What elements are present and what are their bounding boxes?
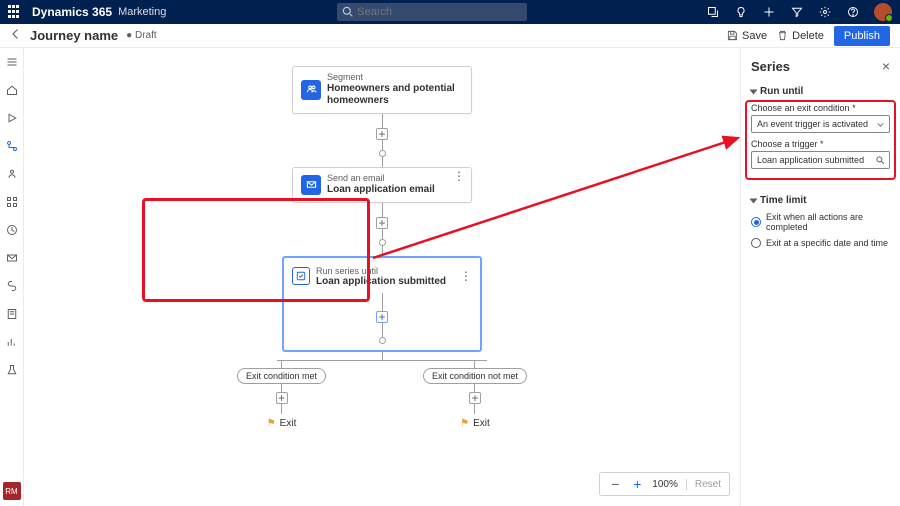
zoom-in-button[interactable]: + [630, 477, 644, 491]
nav-play-icon[interactable] [4, 110, 20, 126]
email-icon [301, 175, 321, 195]
radio-exit-all-actions[interactable]: Exit when all actions are completed [751, 212, 890, 232]
panel-title: Series [751, 59, 790, 74]
node-series[interactable]: Run series untilLoan application submitt… [282, 256, 482, 352]
back-button[interactable] [10, 28, 22, 43]
nav-home-icon[interactable] [4, 82, 20, 98]
publish-button[interactable]: Publish [834, 26, 890, 46]
nav-flask-icon[interactable] [4, 362, 20, 378]
search-input[interactable] [337, 3, 527, 21]
zoom-out-button[interactable]: − [608, 477, 622, 491]
global-search[interactable] [337, 3, 527, 21]
node-segment[interactable]: SegmentHomeowners and potential homeowne… [292, 66, 472, 114]
connector-node [379, 239, 386, 246]
nav-people-icon[interactable] [4, 166, 20, 182]
zoom-reset-button[interactable]: Reset [686, 479, 721, 490]
add-step-button[interactable]: + [376, 311, 388, 323]
exit-node: ⚑Exit [267, 418, 297, 429]
nav-email-icon[interactable] [4, 250, 20, 266]
exit-node: ⚑Exit [460, 418, 490, 429]
branch-condition-not-met[interactable]: Exit condition not met [423, 368, 527, 384]
save-button[interactable]: Save [727, 30, 767, 42]
add-step-button[interactable]: + [469, 392, 481, 404]
user-badge[interactable]: RM [3, 482, 21, 500]
app-launcher-icon[interactable] [8, 5, 22, 19]
command-bar: Journey name ● Draft Save Delete Publish [0, 24, 900, 48]
gear-icon[interactable] [818, 5, 832, 19]
search-icon [342, 6, 353, 17]
area-name: Marketing [118, 6, 166, 18]
lookup-trigger[interactable]: Loan application submitted [751, 151, 890, 169]
delete-button[interactable]: Delete [777, 30, 824, 42]
flag-icon: ⚑ [460, 418, 469, 429]
more-icon[interactable]: ⋮ [453, 174, 465, 179]
section-time-limit[interactable]: Time limit [751, 195, 890, 206]
add-step-button[interactable]: + [376, 217, 388, 229]
branch-condition-met[interactable]: Exit condition met [237, 368, 326, 384]
series-icon [292, 267, 310, 285]
nav-form-icon[interactable] [4, 306, 20, 322]
field-label-trigger: Choose a trigger * [751, 139, 890, 149]
radio-icon [751, 217, 761, 227]
more-icon[interactable]: ⋮ [460, 274, 472, 279]
connector-node [379, 337, 386, 344]
help-icon[interactable] [846, 5, 860, 19]
journey-canvas[interactable]: SegmentHomeowners and potential homeowne… [24, 48, 740, 506]
properties-panel: Series × Run until Choose an exit condit… [740, 48, 900, 506]
global-topbar: Dynamics 365 Marketing [0, 0, 900, 24]
nav-chart-icon[interactable] [4, 334, 20, 350]
section-run-until[interactable]: Run until [751, 86, 890, 97]
filter-icon[interactable] [790, 5, 804, 19]
zoom-controls: − + 100% Reset [599, 472, 730, 496]
share-icon[interactable] [706, 5, 720, 19]
nav-clock-icon[interactable] [4, 222, 20, 238]
radio-icon [751, 238, 761, 248]
node-email[interactable]: Send an emailLoan application email ⋮ [292, 167, 472, 203]
chevron-down-icon [876, 120, 885, 129]
add-step-button[interactable]: + [276, 392, 288, 404]
field-label-exit-condition: Choose an exit condition * [751, 103, 890, 113]
brand-name: Dynamics 365 [32, 5, 112, 19]
nav-link-icon[interactable] [4, 278, 20, 294]
search-icon [875, 155, 885, 165]
left-nav: RM [0, 48, 24, 506]
select-exit-condition[interactable]: An event trigger is activated [751, 115, 890, 133]
nav-hamburger-icon[interactable] [4, 54, 20, 70]
zoom-level: 100% [652, 479, 678, 490]
avatar[interactable] [874, 3, 892, 21]
connector-node [379, 150, 386, 157]
page-title: Journey name [30, 28, 118, 43]
close-icon[interactable]: × [882, 58, 890, 74]
nav-tiles-icon[interactable] [4, 194, 20, 210]
lightbulb-icon[interactable] [734, 5, 748, 19]
segment-icon [301, 80, 321, 100]
status-badge: ● Draft [126, 30, 157, 41]
flag-icon: ⚑ [267, 418, 276, 429]
nav-journeys-icon[interactable] [4, 138, 20, 154]
plus-icon[interactable] [762, 5, 776, 19]
radio-exit-specific-date[interactable]: Exit at a specific date and time [751, 238, 890, 248]
add-step-button[interactable]: + [376, 128, 388, 140]
